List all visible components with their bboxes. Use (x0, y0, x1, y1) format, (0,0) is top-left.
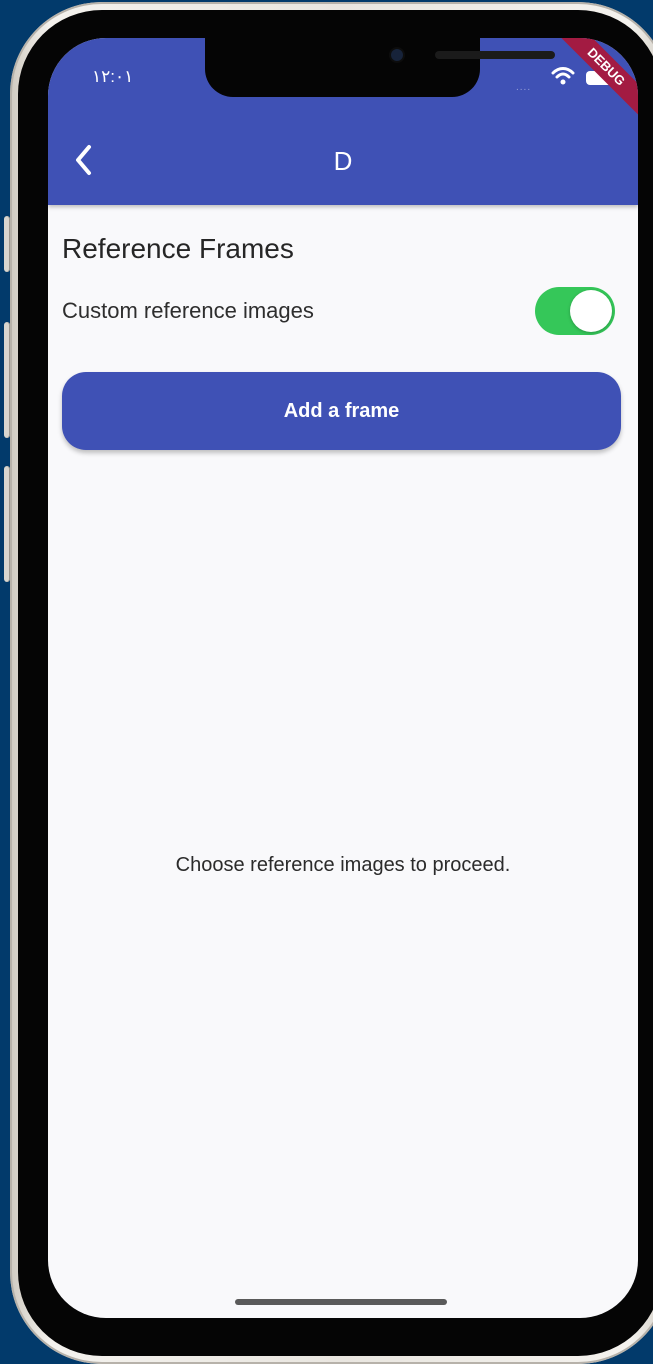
wifi-icon (551, 67, 575, 85)
toggle-knob (570, 290, 612, 332)
main-content: Reference Frames Custom reference images… (48, 205, 638, 1318)
custom-reference-label: Custom reference images (62, 298, 314, 323)
custom-reference-toggle[interactable] (535, 287, 615, 335)
front-camera (391, 49, 403, 61)
section-title: Reference Frames (62, 233, 294, 264)
battery-icon (586, 71, 614, 85)
camera-notch (205, 38, 555, 97)
add-frame-button[interactable]: Add a frame (62, 372, 621, 450)
app-title: D (333, 146, 353, 176)
speaker-grille (435, 51, 555, 59)
empty-state-message: Choose reference images to proceed. (175, 854, 511, 876)
signal-dots: .... (516, 82, 532, 93)
app-bar: ١٢:٠١ .... DEBUG D (48, 38, 638, 205)
phone-screen: ١٢:٠١ .... DEBUG D Reference Frames Cust… (48, 38, 638, 1318)
home-indicator[interactable] (235, 1299, 447, 1305)
status-time: ١٢:٠١ (92, 67, 134, 86)
